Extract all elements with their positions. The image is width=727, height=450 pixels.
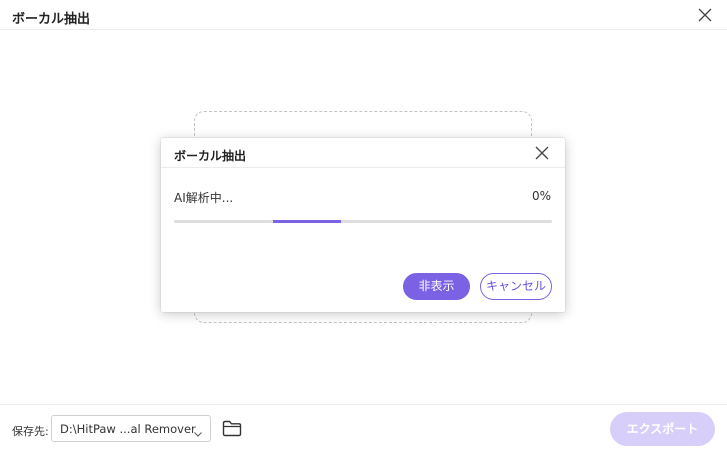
title-bar: ボーカル抽出	[0, 0, 727, 30]
dialog-close-icon[interactable]	[534, 145, 550, 161]
app-window: ボーカル抽出 ボーカル抽出 AI解析中... 0% 非表示 キャンセル 保存先:	[0, 0, 727, 450]
window-close-icon[interactable]	[697, 7, 713, 23]
window-title: ボーカル抽出	[12, 12, 91, 27]
folder-icon[interactable]	[222, 420, 242, 437]
hide-button[interactable]: 非表示	[403, 273, 470, 300]
progress-indicator	[273, 220, 341, 223]
export-button[interactable]: エクスポート	[610, 412, 715, 446]
status-text: AI解析中...	[174, 191, 234, 205]
progress-percent: 0%	[531, 189, 551, 203]
dialog-header: ボーカル抽出	[161, 138, 565, 168]
progress-bar	[174, 220, 552, 223]
progress-dialog: ボーカル抽出 AI解析中... 0% 非表示 キャンセル	[161, 138, 565, 312]
footer-bar: 保存先: D:\HitPaw ...al Remover エクスポート	[0, 404, 727, 450]
dialog-title: ボーカル抽出	[174, 149, 247, 163]
cancel-button[interactable]: キャンセル	[480, 273, 552, 300]
save-location-label: 保存先:	[12, 425, 49, 438]
save-path-value: D:\HitPaw ...al Remover	[60, 422, 196, 436]
chevron-down-icon	[193, 424, 203, 437]
save-path-dropdown[interactable]: D:\HitPaw ...al Remover	[51, 415, 211, 442]
